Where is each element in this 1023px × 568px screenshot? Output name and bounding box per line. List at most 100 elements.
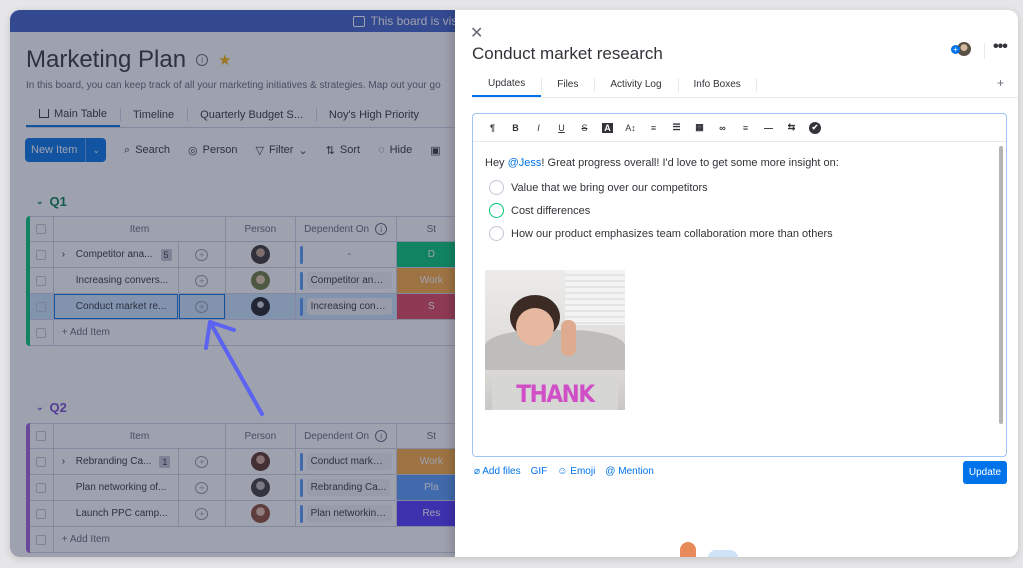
dependent-on-cell[interactable]: Conduct market...: [296, 449, 397, 474]
tab-info-boxes[interactable]: Info Boxes: [677, 72, 758, 97]
mention-button[interactable]: @ Mention: [605, 466, 654, 477]
column-header-item[interactable]: Item: [54, 217, 227, 241]
table-row[interactable]: Increasing convers... + Competitor anal.…: [30, 268, 460, 294]
chevron-down-icon[interactable]: ⌄: [36, 402, 44, 413]
dependency-chip[interactable]: Plan networking...: [306, 505, 392, 522]
table-row[interactable]: › Competitor ana... 5 + - D: [30, 242, 460, 268]
select-all-checkbox[interactable]: [30, 217, 54, 241]
dependency-chip[interactable]: Increasing conv...: [306, 298, 392, 315]
item-cell[interactable]: Plan networking of...: [54, 475, 179, 500]
tab-noys-high-priority[interactable]: Noy's High Priority: [315, 102, 432, 127]
item-cell[interactable]: Launch PPC camp...: [54, 501, 179, 526]
horizontal-rule-icon[interactable]: —: [757, 123, 780, 133]
column-header-status[interactable]: St: [397, 217, 460, 241]
mention-link[interactable]: @Jess: [508, 157, 542, 169]
thank-you-gif[interactable]: THANK YOU!: [485, 270, 625, 410]
editor-content[interactable]: Hey @Jess! Great progress overall! I'd l…: [473, 142, 1003, 456]
checklist-item[interactable]: How our product emphasizes team collabor…: [485, 222, 991, 245]
chevron-down-icon[interactable]: ⌄: [36, 196, 44, 207]
dependency-chip[interactable]: Competitor anal...: [306, 272, 392, 289]
filter-button[interactable]: ▽ Filter ⌄: [256, 144, 308, 157]
checklist-item[interactable]: Value that we bring over our competitors: [485, 176, 991, 199]
group-title-q2[interactable]: ⌄ Q2: [36, 400, 67, 415]
add-update-icon[interactable]: +: [195, 274, 209, 287]
subitems-count-badge[interactable]: 5: [160, 248, 172, 261]
column-header-person[interactable]: Person: [226, 217, 296, 241]
chevron-right-icon[interactable]: ›: [62, 249, 70, 260]
info-icon[interactable]: i: [375, 223, 388, 235]
person-filter-button[interactable]: ◎ Person: [188, 144, 237, 157]
status-cell[interactable]: D: [396, 242, 460, 267]
paragraph-icon[interactable]: ¶: [481, 123, 504, 133]
add-update-icon[interactable]: +: [195, 248, 209, 261]
update-editor[interactable]: ¶ B I U S A A↕ ≡ ☰ ▦ ∞ ≡ — ⇆ ✔ Hey @Jess…: [472, 113, 1007, 457]
subscribers[interactable]: +: [951, 42, 971, 56]
add-update-icon[interactable]: +: [195, 455, 209, 468]
chevron-down-icon[interactable]: ⌄: [85, 138, 106, 162]
add-subscriber-icon[interactable]: +: [951, 44, 960, 54]
strikethrough-icon[interactable]: S: [573, 123, 596, 133]
numbered-list-icon[interactable]: ≡: [642, 123, 665, 133]
add-item-row[interactable]: + Add Item: [30, 527, 460, 553]
tab-quarterly-budget[interactable]: Quarterly Budget S...: [187, 102, 316, 127]
dependent-on-cell[interactable]: Competitor anal...: [296, 268, 397, 293]
link-icon[interactable]: ∞: [711, 123, 734, 133]
person-cell[interactable]: [226, 449, 296, 474]
dependency-chip[interactable]: Rebranding Ca...: [306, 479, 391, 496]
item-cell[interactable]: › Competitor ana... 5: [54, 242, 179, 267]
item-cell[interactable]: Increasing convers...: [54, 268, 179, 293]
select-all-checkbox[interactable]: [30, 424, 54, 448]
font-size-icon[interactable]: A↕: [619, 123, 642, 133]
underline-icon[interactable]: U: [550, 123, 573, 133]
dependent-on-cell[interactable]: Plan networking...: [296, 501, 397, 526]
status-cell[interactable]: Res: [396, 501, 460, 526]
row-checkbox[interactable]: [30, 501, 54, 526]
person-cell[interactable]: [226, 501, 296, 526]
gif-button[interactable]: GIF: [531, 466, 548, 477]
status-cell[interactable]: Pla: [396, 475, 460, 500]
item-cell[interactable]: Conduct market re...: [54, 294, 179, 319]
add-update-icon[interactable]: +: [195, 507, 209, 520]
dependent-on-cell[interactable]: -: [296, 242, 397, 267]
conversation-cell[interactable]: +: [179, 268, 227, 293]
person-cell[interactable]: [226, 475, 296, 500]
text-direction-icon[interactable]: ⇆: [780, 122, 803, 133]
add-update-icon[interactable]: +: [195, 300, 209, 313]
info-icon[interactable]: i: [375, 430, 388, 442]
row-checkbox[interactable]: [30, 449, 54, 474]
sort-button[interactable]: ⇅ Sort: [326, 144, 360, 157]
emoji-button[interactable]: ☺ Emoji: [557, 466, 595, 477]
column-header-dependent-on[interactable]: Dependent On i: [296, 424, 397, 448]
column-header-person[interactable]: Person: [226, 424, 296, 448]
panel-title[interactable]: Conduct market research: [472, 44, 663, 64]
text-color-icon[interactable]: A: [596, 122, 619, 133]
subitems-count-badge[interactable]: 1: [159, 455, 171, 468]
checkbox-circle[interactable]: [489, 203, 504, 218]
column-header-item[interactable]: Item: [54, 424, 227, 448]
tab-activity-log[interactable]: Activity Log: [594, 72, 677, 97]
group-title-q1[interactable]: ⌄ Q1: [36, 194, 67, 209]
conversation-cell[interactable]: +: [179, 475, 227, 500]
row-checkbox[interactable]: [30, 242, 54, 267]
tab-files[interactable]: Files: [541, 72, 594, 97]
conversation-cell[interactable]: +: [179, 449, 227, 474]
add-update-icon[interactable]: +: [195, 481, 209, 494]
person-cell[interactable]: [226, 242, 296, 267]
close-icon[interactable]: ✕: [470, 23, 483, 43]
add-files-button[interactable]: ⌀ Add files: [474, 466, 521, 477]
bold-icon[interactable]: B: [504, 123, 527, 133]
hide-button[interactable]: ◌ Hide: [378, 144, 412, 156]
status-cell[interactable]: Work: [396, 268, 460, 293]
row-checkbox[interactable]: [30, 294, 54, 319]
editor-scrollbar[interactable]: [999, 146, 1003, 424]
checklist-icon[interactable]: ✔: [809, 121, 821, 134]
dependency-chip[interactable]: Conduct market...: [306, 453, 392, 470]
update-button[interactable]: Update: [963, 461, 1007, 484]
italic-icon[interactable]: I: [527, 123, 550, 133]
dependent-on-cell[interactable]: Increasing conv...: [296, 294, 397, 319]
status-cell[interactable]: S: [396, 294, 460, 319]
tab-main-table[interactable]: Main Table: [26, 102, 120, 127]
tab-timeline[interactable]: Timeline: [120, 102, 187, 127]
item-cell[interactable]: › Rebranding Ca... 1: [54, 449, 179, 474]
person-cell[interactable]: [226, 268, 296, 293]
